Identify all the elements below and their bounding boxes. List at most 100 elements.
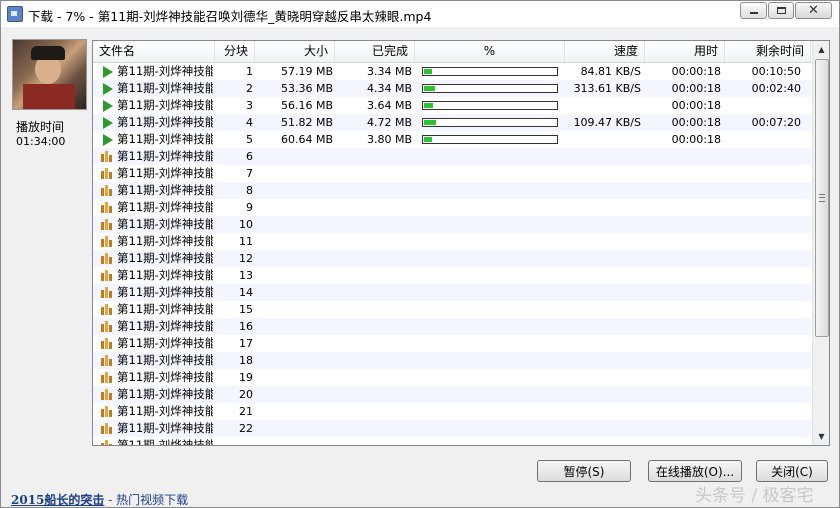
waiting-bars-icon xyxy=(101,420,113,437)
promo-link[interactable]: 2015船长的突击 - 热门视频下载 xyxy=(11,491,188,508)
table-row[interactable]: 第11期-刘烨神技能 15 xyxy=(93,301,811,318)
table-row[interactable]: 第11期-刘烨神技能 2 53.36 MB 4.34 MB 313.61 KB/S 00:… xyxy=(93,80,811,97)
close-button[interactable]: 关闭(C) xyxy=(756,460,828,482)
cell-speed: 313.61 KB/S xyxy=(573,82,641,95)
waiting-bars-icon xyxy=(101,386,113,403)
table-row[interactable]: 第11期-刘烨神技能 10 xyxy=(93,216,811,233)
cell-time-used: 00:00:18 xyxy=(671,133,721,146)
table-row[interactable]: 第11期-刘烨神技能 19 xyxy=(93,369,811,386)
cell-speed xyxy=(563,301,641,318)
window-title: 下载 - 7% - 第11期-刘烨神技能召唤刘德华_黄晓明穿越反串太辣眼.mp4 xyxy=(28,9,432,24)
online-play-button[interactable]: 在线播放(O)... xyxy=(648,460,742,482)
table-row[interactable]: 第11期-刘烨神技能 7 xyxy=(93,165,811,182)
vertical-scrollbar[interactable]: ▲ ▼ xyxy=(812,41,829,445)
minimize-button[interactable] xyxy=(740,2,767,19)
header-name[interactable]: 文件名 xyxy=(93,41,215,62)
cell-size xyxy=(255,267,333,284)
cell-done xyxy=(335,301,412,318)
progress-bar xyxy=(422,84,558,93)
table-row[interactable]: 第11期-刘烨神技能 8 xyxy=(93,182,811,199)
cell-done xyxy=(335,233,412,250)
close-window-button[interactable]: ✕ xyxy=(795,2,832,19)
play-triangle-icon-shape xyxy=(103,66,113,78)
header-percent[interactable]: % xyxy=(415,41,565,62)
cell-chunk: 22 xyxy=(239,422,253,435)
pause-button[interactable]: 暂停(S) xyxy=(537,460,631,482)
cell-speed xyxy=(563,199,641,216)
play-triangle-icon-shape xyxy=(103,117,113,129)
cell-done xyxy=(335,403,412,420)
table-row[interactable]: 第11期-刘烨神技能 17 xyxy=(93,335,811,352)
cell-time-used xyxy=(641,335,721,352)
cell-chunk xyxy=(215,437,253,445)
header-chunk[interactable]: 分块 xyxy=(215,41,255,62)
table-row[interactable]: 第11期-刘烨神技能 16 xyxy=(93,318,811,335)
cell-time-used xyxy=(641,148,721,165)
waiting-bars-icon-shape xyxy=(101,355,113,366)
waiting-bars-icon xyxy=(101,182,113,199)
table-row[interactable]: 第11期-刘烨神技能 9 xyxy=(93,199,811,216)
cell-name: 第11期-刘烨神技能 xyxy=(117,404,213,418)
header-speed[interactable]: 速度 xyxy=(565,41,645,62)
cell-chunk: 3 xyxy=(246,99,253,112)
cell-time-used: 00:00:18 xyxy=(671,116,721,129)
waiting-bars-icon-shape xyxy=(101,219,113,230)
header-time-used[interactable]: 用时 xyxy=(645,41,725,62)
waiting-bars-icon xyxy=(101,403,113,420)
promo-link-bold[interactable]: 2015船长的突击 xyxy=(11,493,104,507)
header-time-left[interactable]: 剩余时间 xyxy=(725,41,811,62)
progress-cell xyxy=(422,131,558,148)
cell-time-left xyxy=(721,403,801,420)
table-row[interactable]: 第11期-刘烨神技能 1 57.19 MB 3.34 MB 84.81 KB/S 00:0… xyxy=(93,63,811,80)
table-row[interactable]: 第11期-刘烨神技能 xyxy=(93,437,811,445)
cell-size xyxy=(255,386,333,403)
table-row[interactable]: 第11期-刘烨神技能 20 xyxy=(93,386,811,403)
table-row[interactable]: 第11期-刘烨神技能 22 xyxy=(93,420,811,437)
table-row[interactable]: 第11期-刘烨神技能 5 60.64 MB 3.80 MB 00:00:18 xyxy=(93,131,811,148)
progress-cell xyxy=(422,97,558,114)
cell-done xyxy=(335,369,412,386)
cell-done xyxy=(335,352,412,369)
header-done[interactable]: 已完成 xyxy=(335,41,415,62)
table-row[interactable]: 第11期-刘烨神技能 3 56.16 MB 3.64 MB 00:00:18 xyxy=(93,97,811,114)
scroll-up-arrow-icon[interactable]: ▲ xyxy=(813,41,829,58)
progress-bar xyxy=(422,118,558,127)
cell-done xyxy=(335,148,412,165)
scrollbar-thumb[interactable] xyxy=(815,59,829,337)
waiting-bars-icon xyxy=(101,250,113,267)
cell-done xyxy=(335,420,412,437)
header-size[interactable]: 大小 xyxy=(255,41,335,62)
cell-chunk: 11 xyxy=(239,235,253,248)
table-row[interactable]: 第11期-刘烨神技能 14 xyxy=(93,284,811,301)
chunk-list[interactable]: 文件名 分块 大小 已完成 % 速度 用时 剩余时间 第11期-刘烨神技能 1 57… xyxy=(92,40,830,446)
table-row[interactable]: 第11期-刘烨神技能 4 51.82 MB 4.72 MB 109.47 KB/S 00:… xyxy=(93,114,811,131)
title-bar[interactable]: 下载 - 7% - 第11期-刘烨神技能召唤刘德华_黄晓明穿越反串太辣眼.mp4… xyxy=(1,1,839,27)
cell-chunk: 20 xyxy=(239,388,253,401)
waiting-bars-icon-shape xyxy=(101,372,113,383)
cell-time-used xyxy=(641,369,721,386)
table-row[interactable]: 第11期-刘烨神技能 21 xyxy=(93,403,811,420)
cell-done xyxy=(335,199,412,216)
cell-time-left xyxy=(721,165,801,182)
cell-name: 第11期-刘烨神技能 xyxy=(117,132,213,146)
table-row[interactable]: 第11期-刘烨神技能 11 xyxy=(93,233,811,250)
cell-done xyxy=(335,165,412,182)
table-row[interactable]: 第11期-刘烨神技能 13 xyxy=(93,267,811,284)
scroll-down-arrow-icon[interactable]: ▼ xyxy=(813,428,829,445)
cell-size: 60.64 MB xyxy=(280,133,333,146)
video-thumbnail[interactable] xyxy=(12,39,87,110)
table-row[interactable]: 第11期-刘烨神技能 6 xyxy=(93,148,811,165)
chunk-rows: 第11期-刘烨神技能 1 57.19 MB 3.34 MB 84.81 KB/S 00:0… xyxy=(93,63,811,445)
promo-link-rest[interactable]: - 热门视频下载 xyxy=(104,493,188,507)
maximize-button[interactable] xyxy=(768,2,794,19)
waiting-bars-icon-shape xyxy=(101,151,113,162)
cell-chunk: 1 xyxy=(246,65,253,78)
table-row[interactable]: 第11期-刘烨神技能 18 xyxy=(93,352,811,369)
table-row[interactable]: 第11期-刘烨神技能 12 xyxy=(93,250,811,267)
waiting-bars-icon xyxy=(101,301,113,318)
cell-speed xyxy=(563,148,641,165)
cell-time-used: 00:00:18 xyxy=(671,99,721,112)
cell-speed xyxy=(563,335,641,352)
cell-chunk: 8 xyxy=(246,184,253,197)
play-triangle-icon xyxy=(101,80,113,97)
